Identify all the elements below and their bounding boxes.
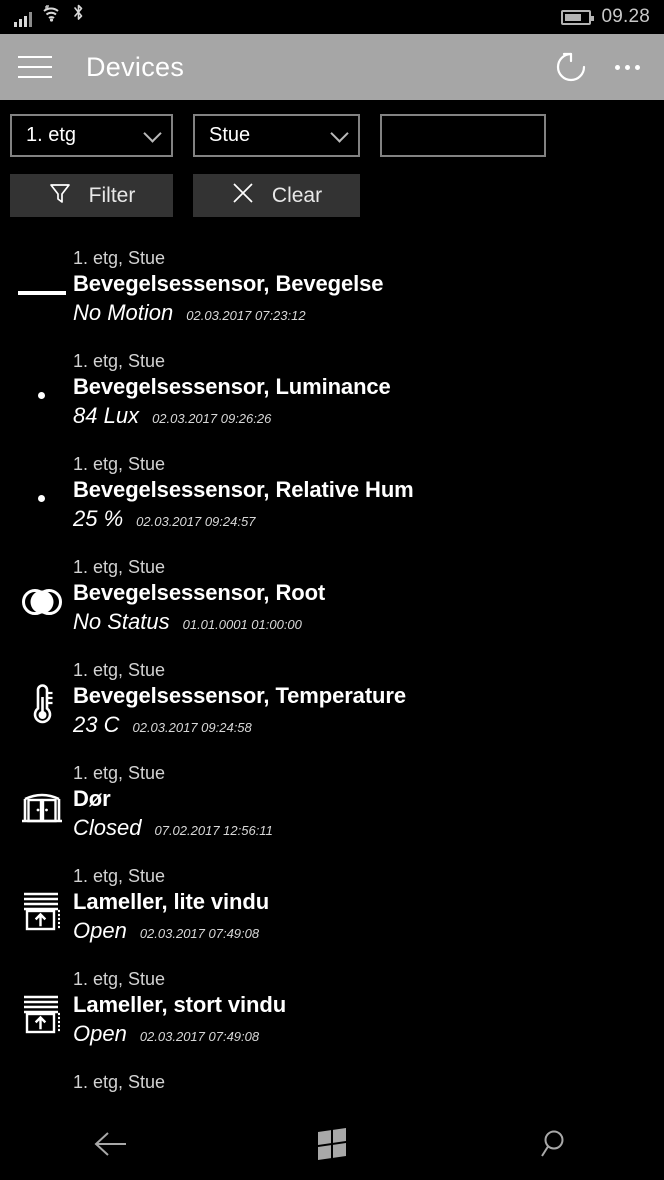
- clear-button[interactable]: Clear: [193, 174, 360, 217]
- list-item-status: Open 02.03.2017 07:49:08: [73, 1020, 286, 1051]
- list-item-body: 1. etg, Stue Dør Closed 07.02.2017 12:56…: [73, 754, 273, 857]
- list-item-state: Closed: [73, 815, 142, 840]
- list-item-state: No Status: [73, 609, 170, 634]
- blinds-icon: [10, 960, 73, 1063]
- overlapping-circles-icon: [10, 548, 73, 651]
- list-item-state: 23 C: [73, 712, 120, 737]
- list-item-location: 1. etg, Stue: [73, 969, 166, 989]
- funnel-icon: [48, 181, 72, 211]
- list-item-state: No Motion: [73, 300, 174, 325]
- list-item-body: 1. etg, Stue Lameller, stort vindu Open …: [73, 960, 286, 1063]
- list-item[interactable]: 1. etg, Stue Bevegelsessensor, Bevegelse…: [0, 239, 664, 342]
- dot-icon: [10, 342, 73, 445]
- list-item-location: 1. etg, Stue: [73, 454, 166, 474]
- filter-button-label: Filter: [88, 183, 136, 207]
- list-item[interactable]: 1. etg, Stue Bevegelsessensor, Temperatu…: [0, 651, 664, 754]
- list-item-state: 84 Lux: [73, 403, 140, 428]
- list-item-status: 84 Lux 02.03.2017 09:26:26: [73, 402, 391, 433]
- list-item[interactable]: 1. etg, Stue Dør Closed 07.02.2017 12:56…: [0, 754, 664, 857]
- room-select-value: Stue: [209, 124, 251, 146]
- double-door-icon: [10, 754, 73, 857]
- list-item[interactable]: 1. etg, Stue Lameller, lite vindu Open 0…: [0, 857, 664, 960]
- list-item-timestamp: 02.03.2017 07:49:08: [139, 926, 260, 941]
- list-item-name: Bevegelsessensor, Luminance: [73, 374, 391, 399]
- list-item-name: Bevegelsessensor, Root: [73, 580, 326, 605]
- list-item-status: Closed 07.02.2017 12:56:11: [73, 814, 273, 845]
- windows-start-icon[interactable]: [287, 1119, 377, 1169]
- thermometer-icon: [10, 651, 73, 754]
- search-input[interactable]: [380, 114, 546, 157]
- list-item-timestamp: 07.02.2017 12:56:11: [154, 823, 273, 838]
- list-item-state: Open: [73, 1021, 127, 1046]
- list-item-status: Open 02.03.2017 07:49:08: [73, 917, 269, 948]
- bluetooth-icon: [72, 3, 85, 27]
- back-arrow-icon[interactable]: [66, 1119, 156, 1169]
- blinds-icon: [10, 857, 73, 960]
- filter-action-row: Filter Clear: [0, 157, 664, 217]
- list-item-timestamp: 02.03.2017 07:49:08: [139, 1029, 260, 1044]
- list-item[interactable]: 1. etg, Stue Bevegelsessensor, Root No S…: [0, 548, 664, 651]
- status-bar: 09.28: [0, 0, 664, 34]
- list-item[interactable]: 1. etg, Stue Lameller, stort vindu Open …: [0, 960, 664, 1063]
- list-item-name: Dør: [73, 786, 111, 811]
- list-item-body: 1. etg, Stue Bevegelsessensor, Temperatu…: [73, 651, 406, 754]
- wifi-icon: [41, 5, 63, 27]
- list-item-timestamp: 02.03.2017 09:24:58: [132, 720, 252, 735]
- chevron-down-icon: [330, 123, 349, 143]
- chevron-down-icon: [143, 123, 162, 143]
- list-item-timestamp: 01.01.0001 01:00:00: [182, 617, 302, 632]
- list-item-status: 23 C 02.03.2017 09:24:58: [73, 711, 406, 742]
- list-item-name: Bevegelsessensor, Relative Hum: [73, 477, 414, 502]
- list-item-state: 25 %: [73, 506, 124, 531]
- page-title: Devices: [86, 51, 185, 82]
- filter-button[interactable]: Filter: [10, 174, 173, 217]
- phone-screen: 09.28 Devices 1. etg Stue Filter Clear 1…: [0, 0, 664, 1180]
- horizontal-line-icon: [10, 239, 73, 342]
- status-bar-right-icons: 09.28: [561, 6, 650, 28]
- refresh-icon[interactable]: [549, 45, 593, 89]
- list-item[interactable]: 1. etg, Stue Bevegelsessensor, Luminance…: [0, 342, 664, 445]
- list-item-body: 1. etg, Stue Bevegelsessensor, Bevegelse…: [73, 239, 384, 342]
- status-bar-clock: 09.28: [601, 6, 650, 27]
- close-x-icon: [231, 181, 255, 211]
- dot-icon: [10, 445, 73, 548]
- list-item-location: 1. etg, Stue: [73, 866, 166, 886]
- list-item[interactable]: 1. etg, Stue Bevegelsessensor, Relative …: [0, 445, 664, 548]
- list-item-location: 1. etg, Stue: [73, 763, 166, 783]
- list-item-timestamp: 02.03.2017 09:26:26: [152, 411, 272, 426]
- list-item-location: 1. etg, Stue: [73, 1072, 166, 1092]
- status-bar-left-icons: [14, 4, 85, 27]
- list-item-name: Bevegelsessensor, Temperature: [73, 683, 406, 708]
- list-item-body: 1. etg, Stue Bevegelsessensor, Luminance…: [73, 342, 391, 445]
- list-item-location: 1. etg, Stue: [73, 557, 166, 577]
- list-item-location: 1. etg, Stue: [73, 351, 166, 371]
- floor-select-value: 1. etg: [26, 124, 77, 146]
- more-options-icon[interactable]: [615, 64, 640, 70]
- list-item-timestamp: 02.03.2017 07:23:12: [186, 308, 306, 323]
- list-item-status: No Motion 02.03.2017 07:23:12: [73, 299, 383, 330]
- list-item-timestamp: 02.03.2017 09:24:57: [136, 514, 256, 529]
- room-select[interactable]: Stue: [193, 114, 360, 157]
- list-item-body: 1. etg, Stue Lameller, lite vindu Open 0…: [73, 857, 269, 960]
- list-item-name: Lameller, lite vindu: [73, 889, 270, 914]
- list-item-location: 1. etg, Stue: [73, 660, 166, 680]
- list-item-status: No Status 01.01.0001 01:00:00: [73, 608, 325, 639]
- hamburger-menu-icon[interactable]: [18, 56, 52, 78]
- system-nav-bar: [0, 1108, 664, 1180]
- battery-icon: [561, 9, 595, 25]
- floor-select[interactable]: 1. etg: [10, 114, 173, 157]
- list-item-state: Open: [73, 918, 127, 943]
- list-item-location: 1. etg, Stue: [73, 248, 166, 268]
- list-item-body: 1. etg, Stue Bevegelsessensor, Root No S…: [73, 548, 325, 651]
- list-item-status: 25 % 02.03.2017 09:24:57: [73, 505, 414, 536]
- list-item-name: Bevegelsessensor, Bevegelse: [73, 271, 384, 296]
- search-icon[interactable]: [508, 1119, 598, 1169]
- app-bar: Devices: [0, 34, 664, 100]
- list-item-body: 1. etg, Stue Bevegelsessensor, Relative …: [73, 445, 414, 548]
- filter-controls-row: 1. etg Stue: [0, 100, 664, 157]
- cellular-signal-icon: [14, 12, 32, 27]
- device-list: 1. etg, Stue Bevegelsessensor, Bevegelse…: [0, 239, 664, 1166]
- clear-button-label: Clear: [271, 183, 323, 207]
- list-item-name: Lameller, stort vindu: [73, 992, 287, 1017]
